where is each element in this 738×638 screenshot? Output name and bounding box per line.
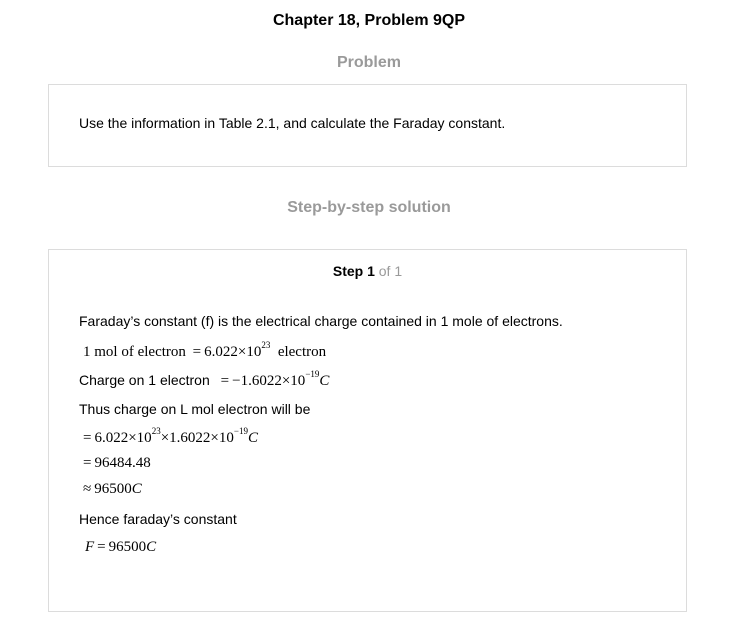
charge-line: Charge on 1 electron = −1.6022×10−19C [79,369,330,390]
solution-heading: Step-by-step solution [287,199,451,216]
problem-heading: Problem [336,54,401,71]
thus-text: Thus charge on L mol electron will be [79,401,311,417]
solution-box: Step 1 of 1 Faraday’s constant (f) is th… [48,249,687,612]
problem-text: Use the information in Table 2.1, and ca… [79,115,506,131]
charge-equation: = −1.6022×10−19C [218,369,330,389]
calc1-exponent-1: 23 [151,426,161,436]
final-symbol: F [85,539,95,555]
equation-mantissa: 6.022 [204,344,238,360]
final-unit: C [146,539,157,555]
calc2-operator: = [83,455,92,471]
charge-power-base: ×10 [281,373,306,389]
calc3-value: 96500 [94,481,132,497]
charge-unit: C [319,373,330,389]
problem-box: Use the information in Table 2.1, and ca… [48,84,687,167]
final-value: 96500 [108,539,147,555]
calc3-unit: C [131,481,142,497]
calc-line-2: = 96484.48 [83,455,151,472]
calc1-unit: C [247,430,258,446]
step-label: Step 1 [332,263,375,279]
calc-line-3: ≈96500C [83,481,142,498]
step-header: Step 1 of 1 [49,263,686,279]
equation-unit: electron [277,344,327,360]
charge-mantissa: −1.6022 [232,373,282,389]
page-title: Chapter 18, Problem 9QP [272,12,466,29]
equation-lhs: 1 mol of electron [83,344,186,360]
charge-exponent: −19 [305,369,320,379]
calc1-exponent-2: −19 [233,426,248,436]
final-operator: = [97,539,106,555]
calc2-value: 96484.48 [94,455,151,471]
equation-exponent: 23 [261,340,271,350]
calc1-a: 6.022 [94,430,129,446]
step-intro-text: Faraday’s constant (f) is the electrical… [79,313,563,329]
calc1-power-base-2: ×10 [210,430,234,446]
final-answer: F = 96500C [85,539,156,556]
equation-mol-electron: 1 mol of electron = 6.022×1023 electron [83,340,327,361]
hence-text: Hence faraday’s constant [79,511,237,527]
calc1-operator: = [83,430,92,446]
equation-operator: = [192,344,202,360]
calc1-power-base-1: ×10 [128,430,152,446]
charge-label: Charge on 1 electron [79,372,210,388]
equation-power-base: ×10 [237,344,262,360]
calc3-operator: ≈ [83,481,92,497]
step-count: of 1 [378,263,403,279]
charge-operator: = [220,373,230,389]
calc1-b: ×1.6022 [160,430,211,446]
calc-line-1: = 6.022×1023×1.6022×10−19C [83,426,258,447]
